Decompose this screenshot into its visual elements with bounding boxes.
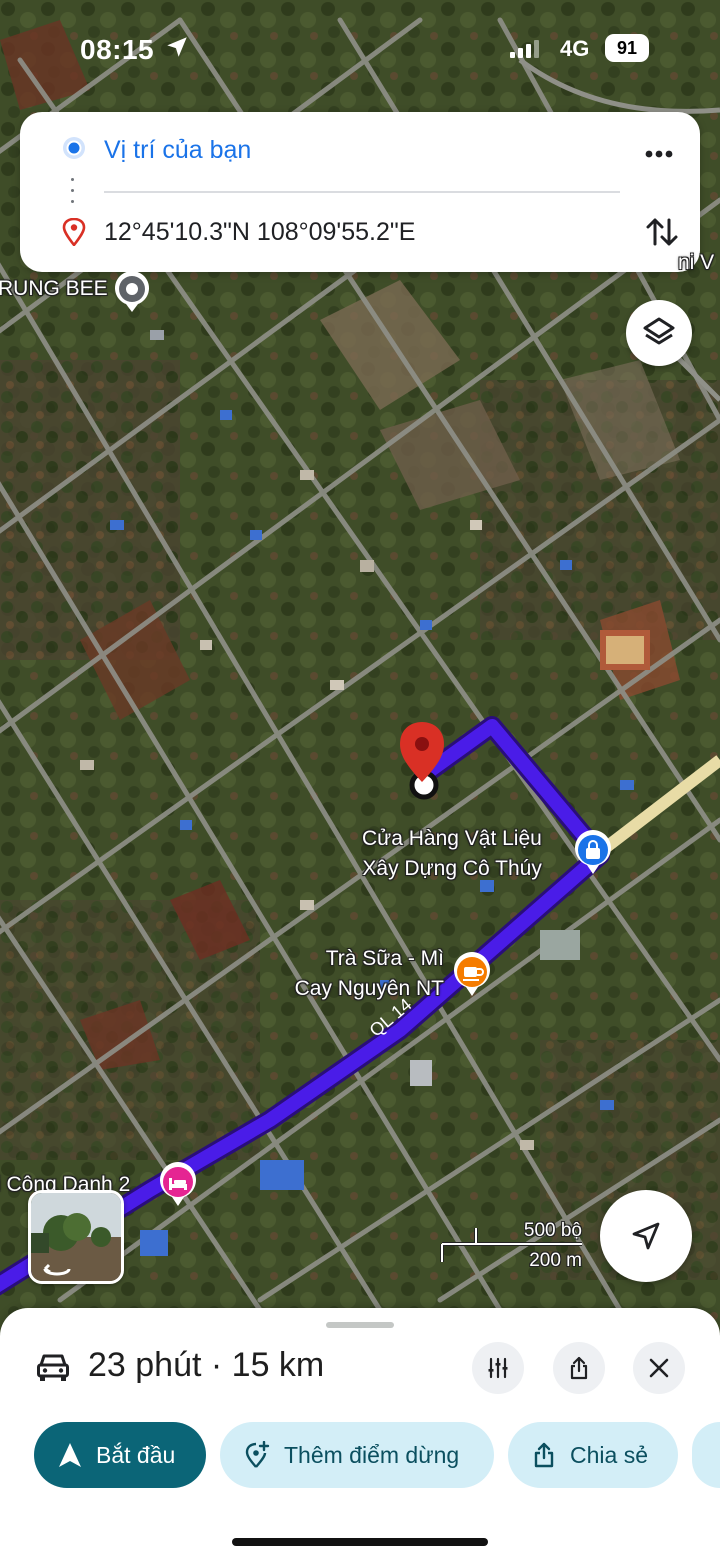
navigation-icon <box>59 1443 81 1467</box>
more-icon <box>645 150 673 158</box>
layers-icon <box>643 317 675 345</box>
scale-bar: 500 bộ 200 m <box>440 1220 590 1276</box>
route-summary: 23 phút · 15 km <box>88 1346 325 1384</box>
signal-icon <box>510 40 540 63</box>
label-cua-hang[interactable]: Cửa Hàng Vật Liệu Xây Dựng Cô Thúy <box>362 824 542 884</box>
car-icon <box>36 1352 70 1387</box>
hotel-icon[interactable] <box>157 1162 199 1213</box>
share-icon <box>534 1442 554 1468</box>
home-indicator <box>232 1538 488 1546</box>
filter-icon <box>488 1357 508 1379</box>
layers-button[interactable] <box>626 300 692 366</box>
battery-level: 91 <box>605 34 649 62</box>
add-stop-icon <box>245 1441 270 1468</box>
origin-field[interactable]: Vị trí của bạn <box>104 136 251 165</box>
scale-imperial: 500 bộ <box>523 1220 582 1241</box>
street-view-thumbnail[interactable] <box>28 1190 124 1284</box>
label-cua-hang-line1: Cửa Hàng Vật Liệu <box>362 827 542 850</box>
start-button[interactable]: Bắt đầu <box>34 1422 206 1488</box>
label-top-right: ni V <box>678 251 715 274</box>
add-stop-button[interactable]: Thêm điểm dừng <box>220 1422 494 1488</box>
route-options-button[interactable] <box>472 1342 524 1394</box>
recenter-icon <box>632 1222 660 1250</box>
add-stop-label: Thêm điểm dừng <box>284 1441 460 1468</box>
more-options-button[interactable] <box>636 134 682 174</box>
share-route-button[interactable] <box>553 1342 605 1394</box>
share-button[interactable]: Chia sẻ <box>508 1422 678 1488</box>
network-type: 4G <box>560 36 590 61</box>
scale-metric: 200 m <box>529 1250 582 1271</box>
status-bar: 08:15 4G 91 <box>0 30 720 70</box>
destination-pin-icon <box>62 217 86 251</box>
poi-icon[interactable] <box>112 270 152 319</box>
label-rung-bee[interactable]: RUNG BEE <box>0 274 108 304</box>
shopping-bag-icon[interactable] <box>572 830 614 881</box>
label-tra-sua-line1: Trà Sữa - Mì <box>325 947 444 970</box>
divider <box>104 191 620 193</box>
route-bottom-sheet: 23 phút · 15 km Bắt đầu Thêm điểm dừng C… <box>0 1308 720 1560</box>
destination-field[interactable]: 12°45'10.3"N 108°09'55.2"E <box>104 218 415 247</box>
close-button[interactable] <box>633 1342 685 1394</box>
start-label: Bắt đầu <box>96 1441 176 1468</box>
more-actions-chip[interactable] <box>692 1422 720 1488</box>
recenter-button[interactable] <box>600 1190 692 1282</box>
share-label: Chia sẻ <box>570 1441 648 1468</box>
close-icon <box>649 1358 669 1378</box>
directions-card: Vị trí của bạn 12°45'10.3"N 108°09'55.2"… <box>20 112 700 272</box>
label-cua-hang-line2: Xây Dựng Cô Thúy <box>362 857 542 880</box>
status-time: 08:15 <box>80 34 155 65</box>
route-dots <box>71 178 75 211</box>
share-icon <box>570 1356 588 1380</box>
coffee-icon[interactable] <box>451 952 493 1003</box>
label-tra-sua[interactable]: Trà Sữa - Mì Cay Nguyên NT <box>278 944 444 1004</box>
label-tra-sua-line2: Cay Nguyên NT <box>294 977 444 1000</box>
origin-dot-icon <box>62 136 86 165</box>
sheet-drag-handle[interactable] <box>326 1322 394 1328</box>
location-arrow-icon <box>164 34 190 65</box>
